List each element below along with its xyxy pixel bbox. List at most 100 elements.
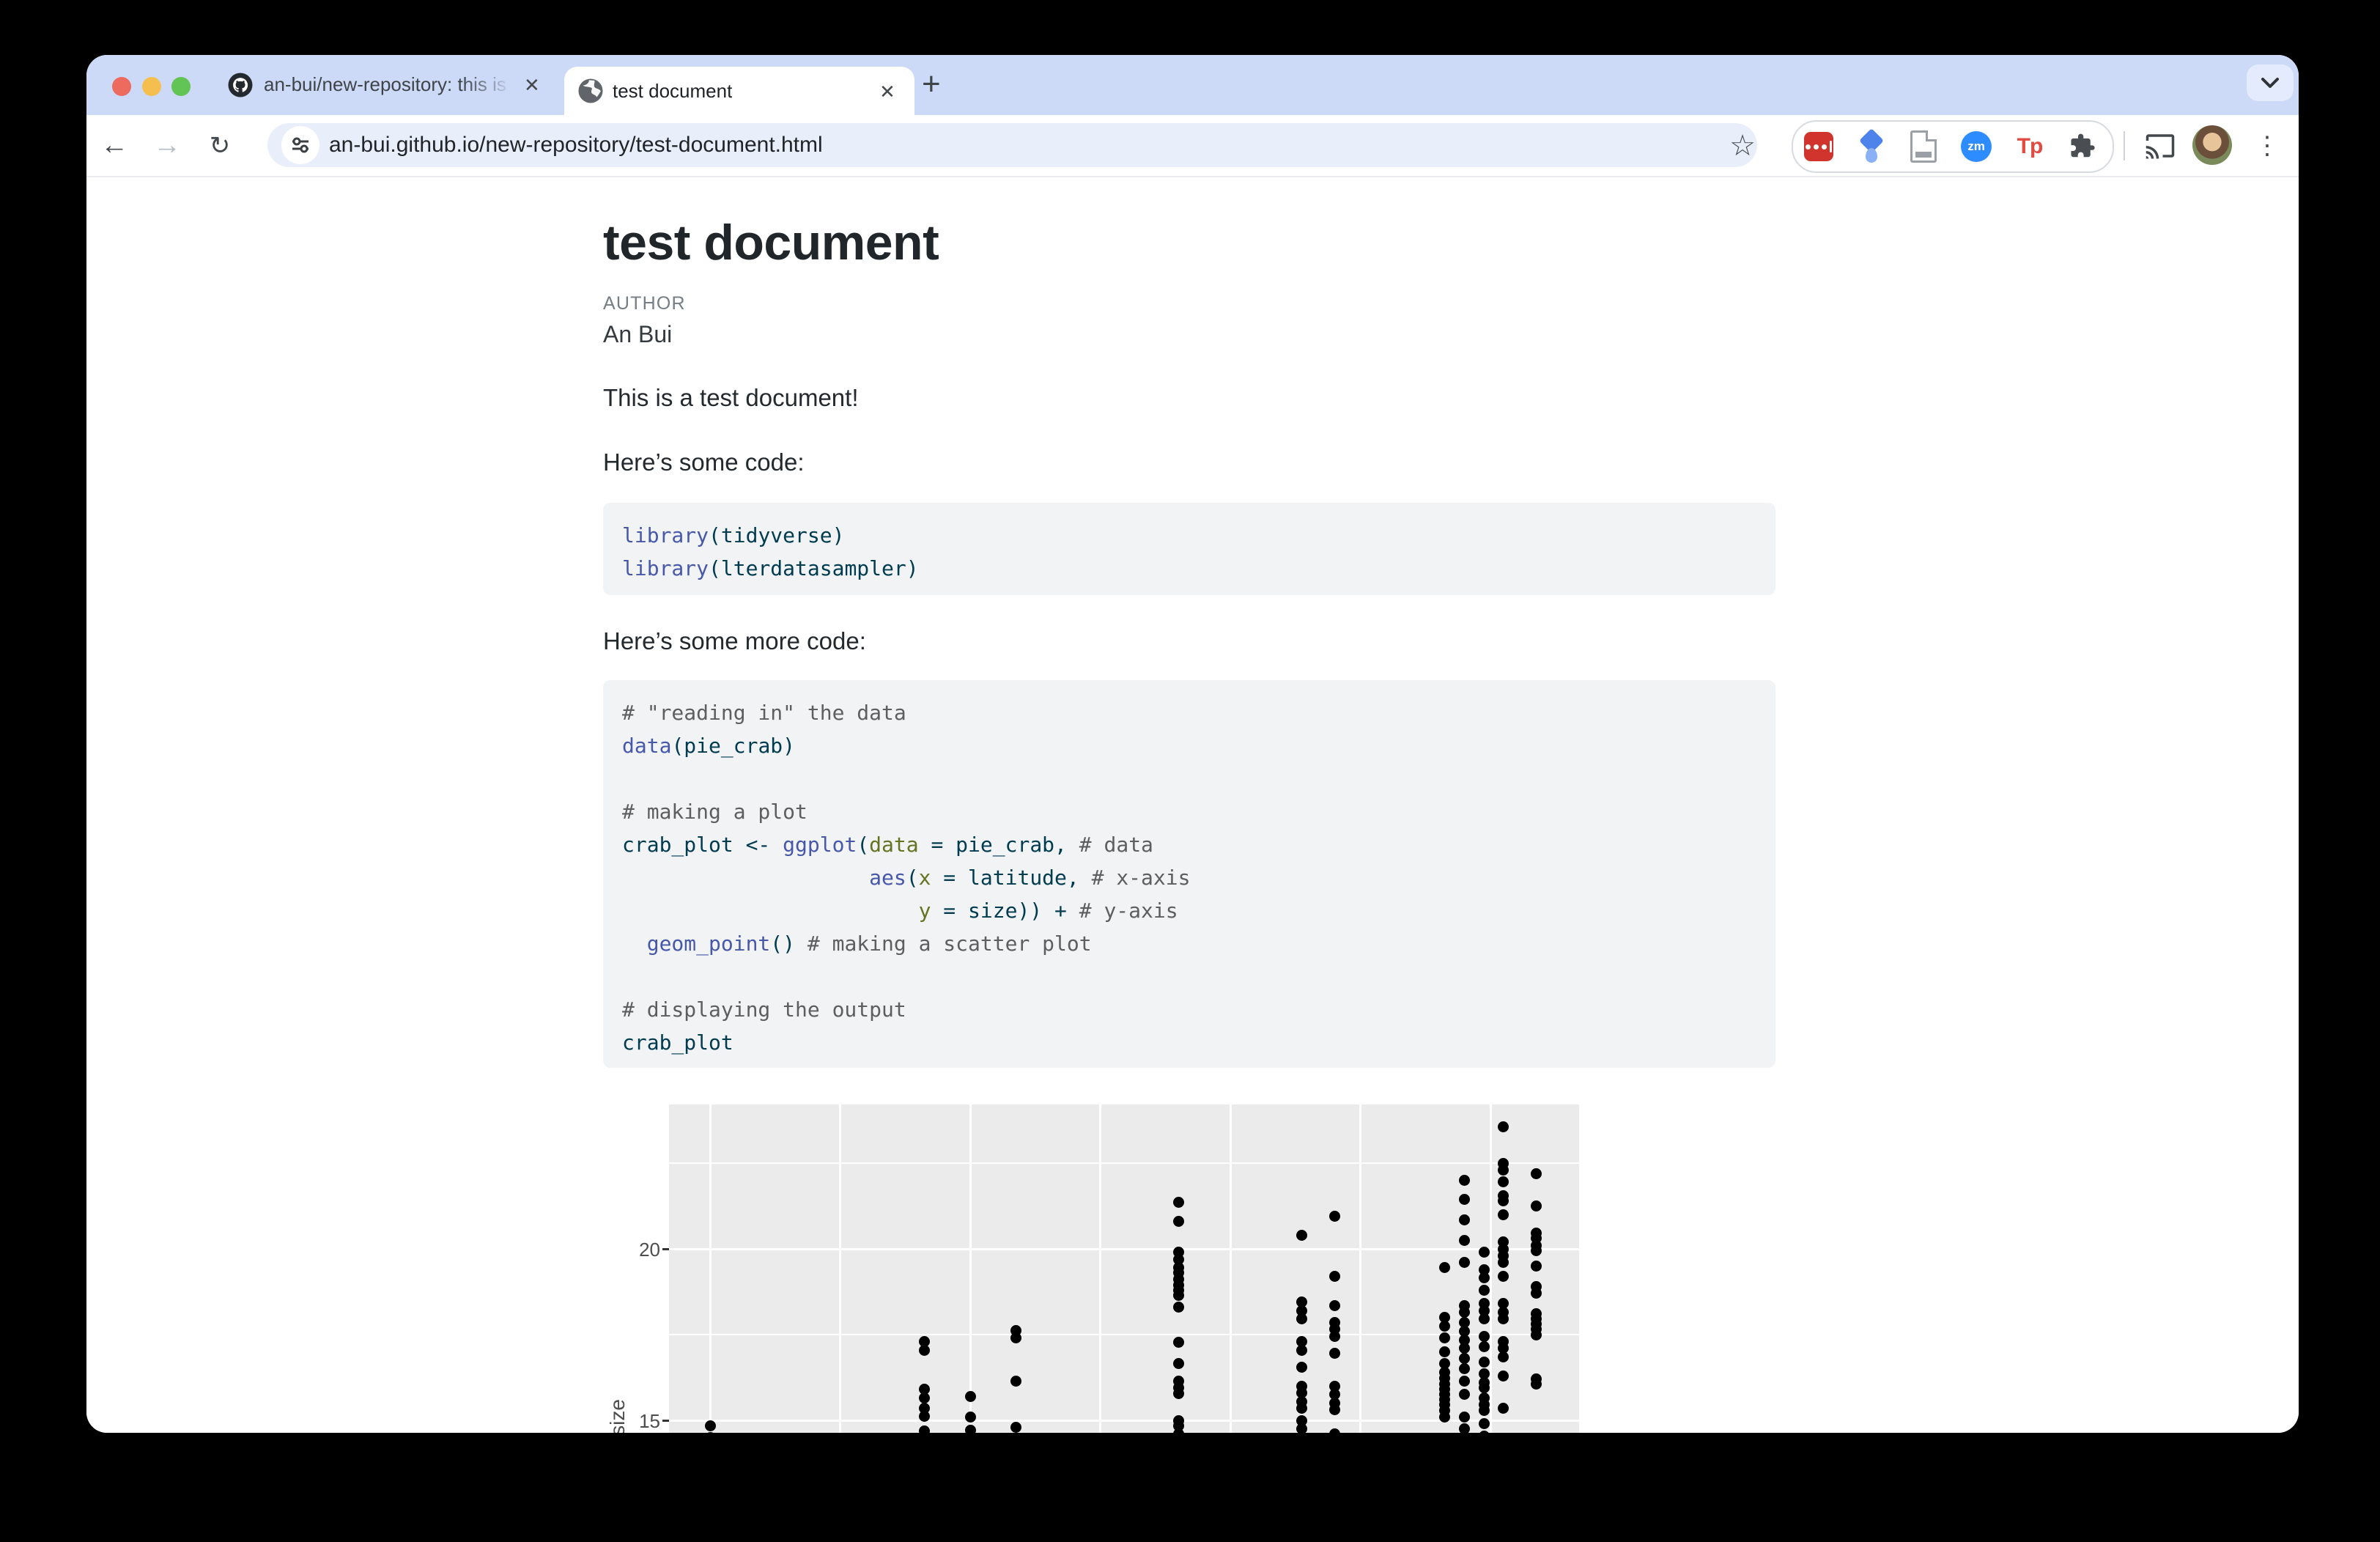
data-point <box>1498 1165 1509 1176</box>
browser-toolbar: ← → ↻ an-bui.github.io/new-repository/te… <box>86 115 2299 177</box>
data-point <box>919 1345 930 1356</box>
site-settings-button[interactable] <box>281 126 319 164</box>
data-point <box>1459 1389 1470 1400</box>
data-point <box>1329 1348 1340 1359</box>
traffic-light-minimize[interactable] <box>142 77 161 96</box>
data-point <box>1459 1194 1470 1205</box>
data-point <box>919 1392 930 1403</box>
data-point <box>1531 1329 1542 1340</box>
puzzle-icon[interactable] <box>2061 122 2104 171</box>
back-button[interactable]: ← <box>97 115 132 176</box>
data-point <box>1459 1376 1470 1387</box>
data-point <box>1439 1332 1450 1343</box>
data-point <box>1329 1331 1340 1342</box>
tab-close-icon[interactable]: ✕ <box>879 82 895 101</box>
document-icon[interactable] <box>1902 122 1945 171</box>
y-minor-gridline <box>669 1162 1579 1164</box>
tab-title-fade <box>462 71 513 100</box>
data-point <box>1329 1428 1340 1433</box>
data-point <box>1498 1271 1509 1282</box>
data-point <box>1329 1211 1340 1222</box>
blue-drop-icon[interactable] <box>1849 122 1893 171</box>
tab-strip: an-bui/new-repository: this is ✕ test do… <box>86 55 2299 115</box>
zoom-icon[interactable]: zm <box>1954 122 1998 171</box>
toolbar-divider <box>2124 131 2125 161</box>
data-point <box>1173 1216 1184 1227</box>
tab-test-document[interactable]: test document ✕ <box>564 67 914 115</box>
data-point <box>1531 1288 1542 1299</box>
x-gridline <box>1490 1104 1492 1433</box>
data-point <box>1531 1261 1542 1272</box>
data-point <box>1479 1405 1490 1416</box>
data-point <box>1459 1343 1470 1354</box>
y-major-gridline <box>669 1248 1579 1250</box>
data-point <box>1459 1307 1470 1318</box>
traffic-light-zoom[interactable] <box>171 77 191 96</box>
page-title: test document <box>603 214 939 271</box>
data-point <box>1459 1214 1470 1225</box>
author-label: AUTHOR <box>603 293 686 314</box>
data-point <box>1459 1257 1470 1268</box>
scatter-plot-panel <box>669 1104 1579 1433</box>
tab-close-icon[interactable]: ✕ <box>524 75 540 95</box>
x-gridline <box>839 1104 841 1433</box>
data-point <box>1479 1331 1490 1342</box>
tab-search-button[interactable] <box>2247 64 2294 101</box>
data-point <box>1531 1379 1542 1390</box>
reload-button[interactable]: ↻ <box>202 115 237 176</box>
tab-github-repo[interactable]: an-bui/new-repository: this is ✕ <box>220 55 564 115</box>
traffic-light-close[interactable] <box>112 77 131 96</box>
code-intro-2: Here’s some more code: <box>603 627 866 655</box>
url-text[interactable]: an-bui.github.io/new-repository/test-doc… <box>329 123 823 167</box>
data-point <box>1498 1209 1509 1220</box>
bookmark-star-icon[interactable]: ☆ <box>1725 115 1760 176</box>
data-point <box>1296 1423 1307 1433</box>
data-point <box>1173 1302 1184 1313</box>
data-point <box>1329 1404 1340 1415</box>
data-point <box>1010 1376 1021 1387</box>
data-point <box>1173 1197 1184 1208</box>
new-tab-button[interactable]: + <box>922 71 941 97</box>
y-tick-label-20: 20 <box>616 1239 660 1261</box>
data-point <box>965 1425 976 1433</box>
data-point <box>1498 1195 1509 1206</box>
kebab-menu-icon[interactable]: ⋮ <box>2252 115 2282 176</box>
cast-icon[interactable] <box>2138 115 2182 176</box>
address-bar[interactable]: an-bui.github.io/new-repository/test-doc… <box>267 123 1757 167</box>
tab-title: test document <box>613 80 732 103</box>
data-point <box>1498 1371 1509 1381</box>
y-tick-mark <box>662 1420 669 1422</box>
data-point <box>1459 1412 1470 1423</box>
data-point <box>1459 1175 1470 1186</box>
chevron-down-icon <box>2260 76 2280 89</box>
data-point <box>1329 1300 1340 1311</box>
code-block-2: # "reading in" the datadata(pie_crab) # … <box>603 680 1775 1068</box>
github-icon <box>227 72 254 98</box>
data-point <box>1173 1428 1184 1433</box>
x-gridline <box>1230 1104 1232 1433</box>
forward-button[interactable]: → <box>149 115 185 176</box>
data-point <box>1479 1341 1490 1352</box>
code-block-1: library(tidyverse)library(lterdatasample… <box>603 503 1775 595</box>
data-point <box>1531 1245 1542 1256</box>
globe-icon <box>577 78 604 104</box>
data-point <box>1439 1346 1450 1357</box>
data-point <box>1173 1290 1184 1301</box>
extensions-pill: zm Tp <box>1792 120 2114 173</box>
data-point <box>1459 1353 1470 1364</box>
lastpass-icon[interactable] <box>1797 122 1841 171</box>
data-point <box>1479 1272 1490 1283</box>
y-axis-title: size <box>606 1355 629 1433</box>
toggl-icon[interactable]: Tp <box>2008 122 2052 171</box>
x-gridline <box>709 1104 712 1433</box>
data-point <box>1479 1285 1490 1296</box>
data-point <box>1010 1332 1021 1343</box>
data-point <box>1010 1422 1021 1433</box>
data-point <box>1173 1337 1184 1348</box>
data-point <box>1498 1403 1509 1414</box>
data-point <box>1531 1200 1542 1211</box>
y-tick-mark <box>662 1248 669 1250</box>
x-gridline <box>969 1104 972 1433</box>
avatar[interactable] <box>2192 125 2232 165</box>
data-point <box>705 1432 716 1433</box>
